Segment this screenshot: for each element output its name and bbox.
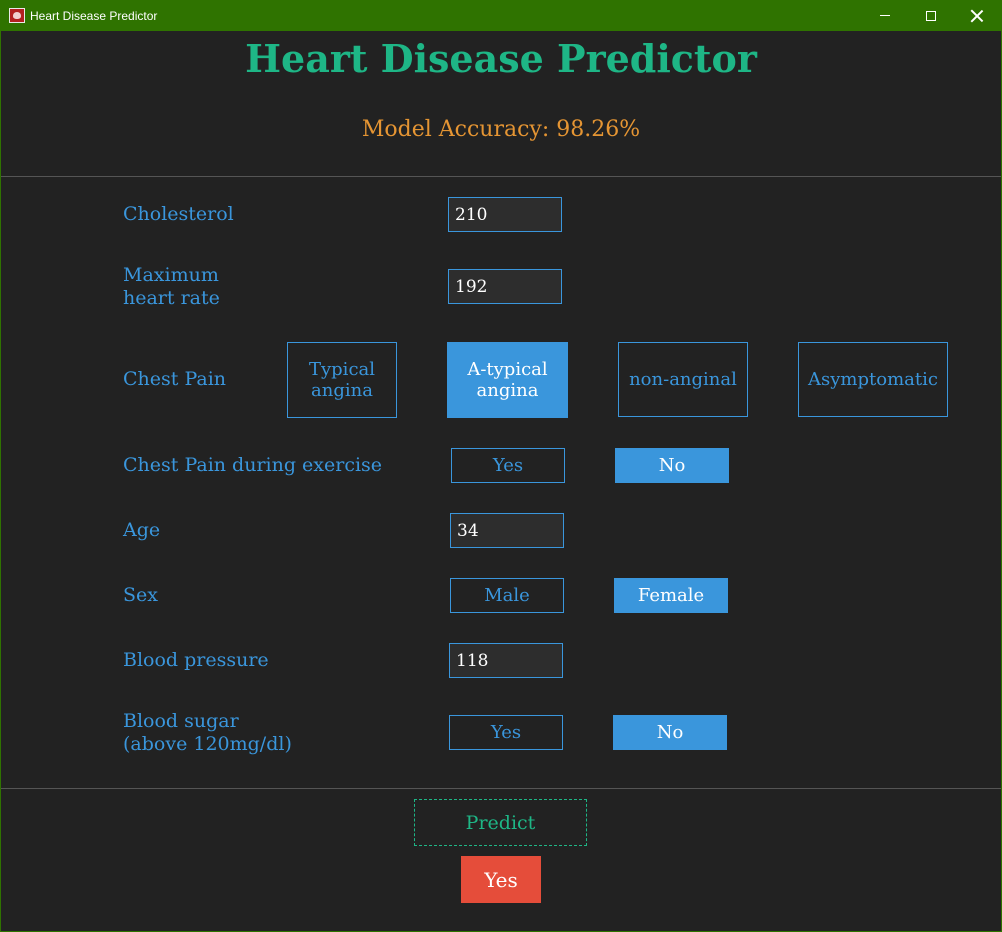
non-anginal-label: non-anginal xyxy=(629,369,737,390)
blood-sugar-label: Blood sugar (above 120mg/dl) xyxy=(123,710,292,756)
atypical-angina-line1: A-typical xyxy=(467,359,548,380)
sex-female-button[interactable]: Female xyxy=(614,578,728,613)
exercise-chest-pain-label: Chest Pain during exercise xyxy=(123,454,383,476)
window-border-left xyxy=(0,31,1,932)
typical-angina-line2: angina xyxy=(311,380,373,401)
form-divider xyxy=(1,788,1001,789)
blood-pressure-label: Blood pressure xyxy=(123,649,269,671)
app-heart-icon xyxy=(9,8,25,23)
blood-sugar-no-button[interactable]: No xyxy=(613,715,727,750)
maximize-button[interactable] xyxy=(908,0,954,31)
max-heart-rate-label-line1: Maximum xyxy=(123,264,219,286)
max-heart-rate-label-line2: heart rate xyxy=(123,287,220,309)
minimize-icon xyxy=(880,15,890,16)
close-icon xyxy=(971,10,983,22)
exercise-pain-no-button[interactable]: No xyxy=(615,448,729,483)
chest-pain-label: Chest Pain xyxy=(123,368,227,390)
header-divider xyxy=(1,176,1001,177)
asymptomatic-label: Asymptomatic xyxy=(808,369,938,390)
blood-sugar-label-line1: Blood sugar xyxy=(123,710,239,732)
chest-pain-asymptomatic-button[interactable]: Asymptomatic xyxy=(798,342,948,417)
blood-sugar-yes-button[interactable]: Yes xyxy=(449,715,563,750)
cholesterol-label: Cholesterol xyxy=(123,203,234,225)
age-input[interactable] xyxy=(450,513,564,548)
predict-button[interactable]: Predict xyxy=(414,799,587,846)
typical-angina-line1: Typical xyxy=(308,359,376,380)
age-label: Age xyxy=(123,519,161,541)
minimize-button[interactable] xyxy=(862,0,908,31)
prediction-result: Yes xyxy=(461,856,541,903)
app-title: Heart Disease Predictor xyxy=(245,36,757,81)
chest-pain-typical-angina-button[interactable]: Typical angina xyxy=(287,342,397,418)
chest-pain-non-anginal-button[interactable]: non-anginal xyxy=(618,342,748,417)
title-bar: Heart Disease Predictor xyxy=(0,0,1002,31)
maximize-icon xyxy=(926,10,936,21)
max-heart-rate-label: Maximum heart rate xyxy=(123,264,220,310)
close-button[interactable] xyxy=(954,0,1000,31)
chest-pain-atypical-angina-button[interactable]: A-typical angina xyxy=(447,342,568,418)
atypical-angina-line2: angina xyxy=(476,380,539,401)
window-title: Heart Disease Predictor xyxy=(30,9,158,23)
blood-pressure-input[interactable] xyxy=(449,643,563,678)
cholesterol-input[interactable] xyxy=(448,197,562,232)
blood-sugar-label-line2: (above 120mg/dl) xyxy=(123,733,292,755)
sex-male-button[interactable]: Male xyxy=(450,578,564,613)
max-heart-rate-input[interactable] xyxy=(448,269,562,304)
model-accuracy: Model Accuracy: 98.26% xyxy=(361,117,641,142)
exercise-pain-yes-button[interactable]: Yes xyxy=(451,448,565,483)
sex-label: Sex xyxy=(123,584,158,606)
